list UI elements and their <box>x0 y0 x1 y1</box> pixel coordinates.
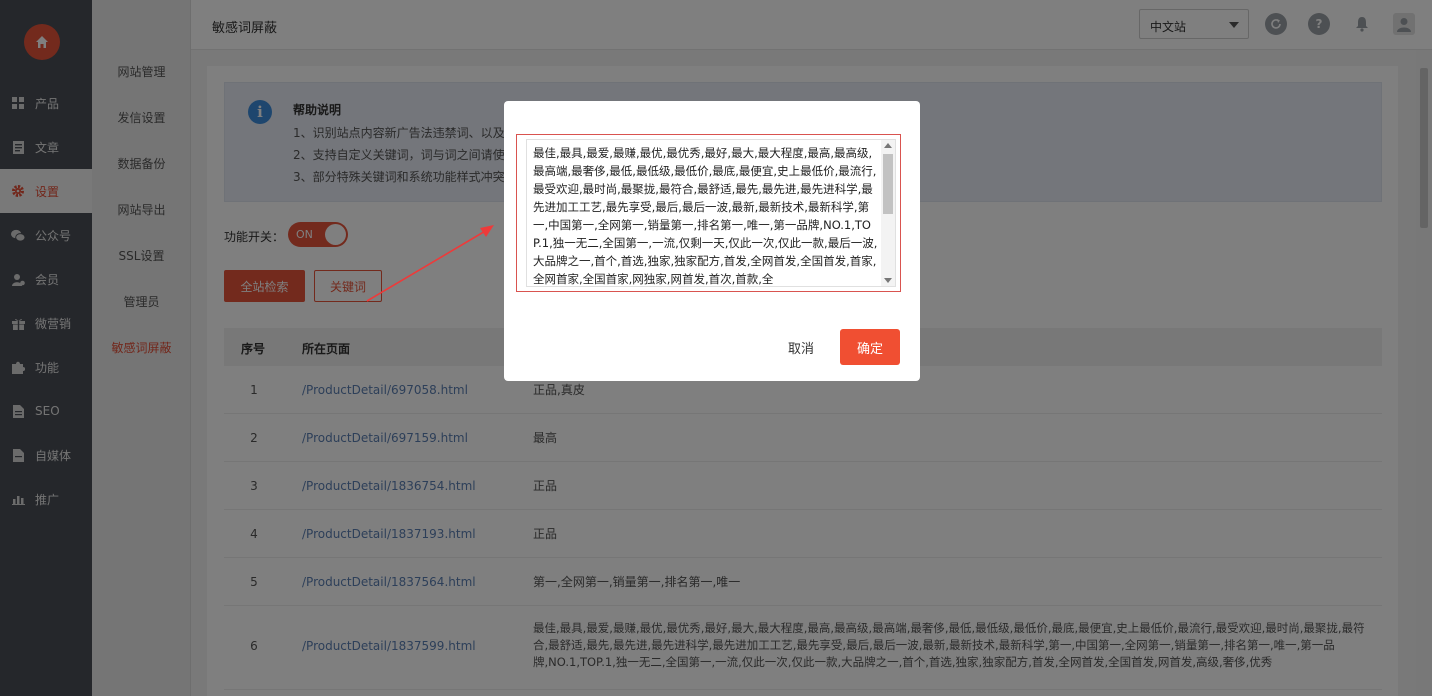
cancel-button[interactable]: 取消 <box>788 338 814 357</box>
keywords-text: 最佳,最具,最爱,最赚,最优,最优秀,最好,最大,最大程度,最高,最高级,最高端… <box>533 146 878 286</box>
scrollbar-thumb[interactable] <box>883 154 893 214</box>
scroll-down-icon[interactable] <box>884 278 892 283</box>
textarea-scrollbar[interactable] <box>881 140 895 286</box>
scroll-up-icon[interactable] <box>884 143 892 148</box>
keywords-dialog: 最佳,最具,最爱,最赚,最优,最优秀,最好,最大,最大程度,最高,最高级,最高端… <box>504 101 920 381</box>
confirm-button[interactable]: 确定 <box>840 329 900 365</box>
textarea-highlight: 最佳,最具,最爱,最赚,最优,最优秀,最好,最大,最大程度,最高,最高级,最高端… <box>516 134 901 292</box>
keywords-textarea[interactable]: 最佳,最具,最爱,最赚,最优,最优秀,最好,最大,最大程度,最高,最高级,最高端… <box>526 139 896 287</box>
